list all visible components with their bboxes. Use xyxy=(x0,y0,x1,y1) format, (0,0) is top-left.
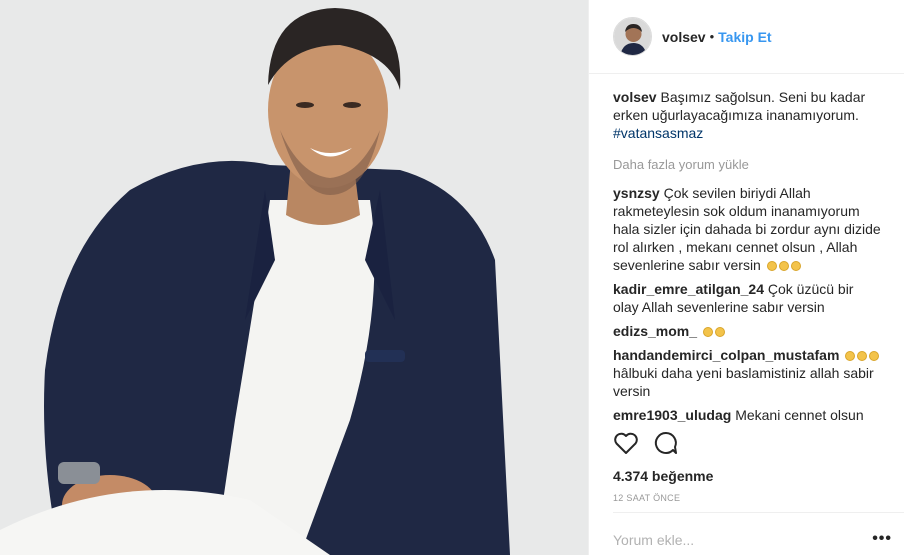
sad-emoji-icon xyxy=(778,261,789,271)
sad-emoji-icon xyxy=(857,351,868,361)
post-photo[interactable] xyxy=(0,0,588,555)
post-side-panel: volsev • Takip Et volsev Başımız sağolsu… xyxy=(588,0,904,555)
comment-input[interactable]: Yorum ekle... xyxy=(613,532,694,548)
comment-username[interactable]: ysnzsy xyxy=(613,185,660,201)
comment-username[interactable]: handandemirci_colpan_mustafam xyxy=(613,347,839,363)
caption: volsev Başımız sağolsun. Seni bu kadar e… xyxy=(613,88,881,142)
sad-emoji-icon xyxy=(702,327,713,337)
comments-list[interactable]: volsev Başımız sağolsun. Seni bu kadar e… xyxy=(613,88,881,424)
comment-username[interactable]: edizs_mom_ xyxy=(613,323,697,339)
post-timestamp: 12 SAAT ÖNCE xyxy=(613,493,681,503)
comment-item: kadir_emre_atilgan_24 Çok üzücü bir olay… xyxy=(613,280,881,316)
sad-emoji-icon xyxy=(714,327,725,337)
comment-username[interactable]: emre1903_uludag xyxy=(613,407,731,423)
more-options-button[interactable]: ••• xyxy=(872,530,892,548)
action-bar xyxy=(613,430,679,460)
follow-button[interactable]: Takip Et xyxy=(718,29,771,45)
sad-emoji-icon xyxy=(869,351,880,361)
sad-emoji-icon xyxy=(790,261,801,271)
like-count[interactable]: 4.374 beğenme xyxy=(613,468,713,484)
avatar-image xyxy=(614,18,651,55)
divider xyxy=(613,512,904,513)
portrait-image xyxy=(0,0,588,555)
comment-item: handandemirci_colpan_mustafam hâlbuki da… xyxy=(613,346,881,400)
comment-username[interactable]: kadir_emre_atilgan_24 xyxy=(613,281,764,297)
comment-icon[interactable] xyxy=(653,431,679,460)
avatar[interactable] xyxy=(613,17,652,56)
instagram-post: volsev • Takip Et volsev Başımız sağolsu… xyxy=(0,0,904,555)
sad-emoji-icon xyxy=(845,351,856,361)
comment-item: emre1903_uludag Mekani cennet olsun @vol… xyxy=(613,406,881,424)
caption-hashtag[interactable]: #vatansasmaz xyxy=(613,125,703,141)
heart-icon[interactable] xyxy=(613,431,639,460)
header-username[interactable]: volsev xyxy=(662,29,706,45)
comment-item: edizs_mom_ xyxy=(613,322,881,340)
comment-text: hâlbuki daha yeni baslamistiniz allah sa… xyxy=(613,365,874,399)
post-header: volsev • Takip Et xyxy=(589,0,904,74)
separator-dot: • xyxy=(709,29,715,44)
comment-item: ysnzsy Çok sevilen biriydi Allah rakmete… xyxy=(613,184,881,274)
caption-username[interactable]: volsev xyxy=(613,89,657,105)
sad-emoji-icon xyxy=(766,261,777,271)
load-more-comments[interactable]: Daha fazla yorum yükle xyxy=(613,156,881,174)
